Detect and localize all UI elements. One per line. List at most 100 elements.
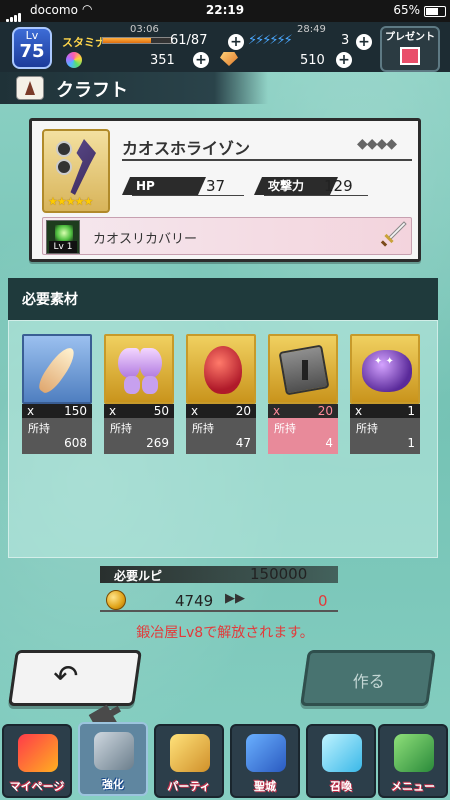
- nav-castle[interactable]: 聖城: [230, 724, 300, 798]
- material-red-egg[interactable]: x 20 所持 47: [186, 334, 256, 454]
- present-label: プレゼント: [385, 32, 435, 43]
- material-owned: 所持 269: [104, 418, 174, 454]
- bolt-value: 3: [341, 33, 350, 48]
- divider: [264, 195, 368, 196]
- title-bar: クラフト: [0, 72, 268, 104]
- cost-required: 150000: [250, 565, 308, 583]
- material-purple-bag[interactable]: ✦ ✦ x1 所持 1: [350, 334, 420, 454]
- nav-menu[interactable]: メニュー: [378, 724, 448, 798]
- material-required: x 150: [22, 404, 92, 418]
- material-feather[interactable]: x 150 所持 608: [22, 334, 92, 454]
- level-badge[interactable]: Lv 75: [12, 27, 52, 69]
- stamina-fill: [103, 38, 151, 43]
- ruby-value: 510: [300, 53, 325, 68]
- stamina-bar: [102, 37, 172, 44]
- cost-label: 必要ルピ: [114, 569, 163, 583]
- status-bar: docomo ◠ 22:19 65%: [0, 0, 450, 22]
- nav-label: パーティ: [167, 780, 211, 793]
- nav-summon[interactable]: 召喚: [306, 724, 376, 798]
- party-icon: [170, 734, 210, 772]
- back-arrow-icon: ↶: [53, 659, 79, 694]
- add-bolt-button[interactable]: +: [356, 34, 372, 50]
- stamina-timer: 03:06: [130, 24, 159, 35]
- anvil-icon: [16, 76, 44, 100]
- material-stone-tablet[interactable]: x 20 所持 4: [268, 334, 338, 454]
- gem-icon: [66, 52, 82, 68]
- item-icon[interactable]: ★★★★★: [42, 129, 110, 213]
- stamina-label: スタミナ: [62, 36, 106, 49]
- materials-title: 必要素材: [22, 292, 78, 308]
- nav-enhance[interactable]: 強化: [78, 722, 148, 796]
- material-image: [268, 334, 338, 404]
- material-required: x 20: [268, 404, 338, 418]
- add-stamina-button[interactable]: +: [228, 34, 244, 50]
- item-name: カオスホライゾン: [122, 139, 251, 158]
- egg-icon: [204, 346, 242, 394]
- coin-icon: [106, 590, 126, 610]
- bolt-icons: ⚡⚡⚡⚡⚡⚡: [248, 33, 293, 48]
- material-image: [104, 334, 174, 404]
- nav-party[interactable]: パーティ: [154, 724, 224, 798]
- key-icon: [56, 159, 72, 175]
- battery-percent: 65%: [393, 3, 420, 17]
- skill-row[interactable]: Lv 1 カオスリカバリー: [42, 217, 412, 255]
- gift-icon: [400, 47, 420, 65]
- nav-label: 強化: [102, 778, 124, 791]
- nav-mypage[interactable]: マイページ: [2, 724, 72, 798]
- cost-have: 4749: [175, 592, 214, 610]
- attack-value: 129: [324, 177, 353, 195]
- material-required: x1: [350, 404, 420, 418]
- anvil-icon: [94, 732, 134, 770]
- arrow-icon: ▶▶: [225, 591, 245, 606]
- gem-value: 351: [150, 53, 175, 68]
- feather-icon: [34, 343, 80, 397]
- rarity-stars: ★★★★★: [48, 195, 93, 208]
- back-button[interactable]: ↶: [8, 650, 142, 706]
- material-required: x 20: [186, 404, 256, 418]
- book-icon: [394, 734, 434, 772]
- castle-icon: [246, 734, 286, 772]
- material-butterfly[interactable]: x 50 所持 269: [104, 334, 174, 454]
- nav-label: 召喚: [330, 780, 352, 793]
- butterfly-icon: [118, 348, 140, 378]
- craft-label: 作る: [352, 672, 385, 691]
- add-gem-button[interactable]: +: [193, 52, 209, 68]
- craft-button[interactable]: 作る: [300, 650, 436, 706]
- hp-value: 37: [206, 177, 226, 195]
- material-image: [22, 334, 92, 404]
- material-owned: 所持 608: [22, 418, 92, 454]
- crystal-icon: [322, 734, 362, 772]
- material-owned: 所持 47: [186, 418, 256, 454]
- clock: 22:19: [205, 3, 245, 17]
- bottom-nav: マイページ 強化 パーティ 聖城 召喚 メニュー: [0, 720, 450, 800]
- divider: [122, 159, 412, 161]
- item-card: ★★★★★ カオスホライゾン ◆◆◆◆ HP 37 攻撃力 129 Lv 1 カ…: [29, 118, 421, 262]
- mypage-icon: [18, 734, 58, 772]
- hp-label: HP: [122, 177, 206, 195]
- level-value: 75: [19, 41, 45, 62]
- material-owned: 所持 1: [350, 418, 420, 454]
- nav-label: メニュー: [391, 780, 435, 793]
- page-title: クラフト: [56, 80, 128, 101]
- skill-glow: [55, 225, 73, 241]
- nav-label: 聖城: [254, 780, 276, 793]
- material-image: [186, 334, 256, 404]
- stamina-value: 61/87: [170, 33, 208, 48]
- material-owned: 所持 4: [268, 418, 338, 454]
- item-sub-icons: [56, 141, 72, 177]
- skill-name: カオスリカバリー: [93, 232, 198, 247]
- material-image: ✦ ✦: [350, 334, 420, 404]
- sword-icon: [380, 221, 407, 247]
- battery-icon: [424, 6, 446, 17]
- divider: [132, 195, 244, 196]
- bolt-timer: 28:49: [297, 24, 326, 35]
- rarity-diamonds: ◆◆◆◆: [357, 136, 397, 152]
- add-ruby-button[interactable]: +: [336, 52, 352, 68]
- present-button[interactable]: プレゼント: [380, 26, 440, 72]
- divider: [100, 610, 338, 612]
- material-required: x 50: [104, 404, 174, 418]
- circle-icon: [56, 141, 72, 157]
- nav-label: マイページ: [9, 780, 65, 793]
- skill-level: Lv 1: [49, 241, 77, 253]
- skill-icon: Lv 1: [46, 220, 80, 254]
